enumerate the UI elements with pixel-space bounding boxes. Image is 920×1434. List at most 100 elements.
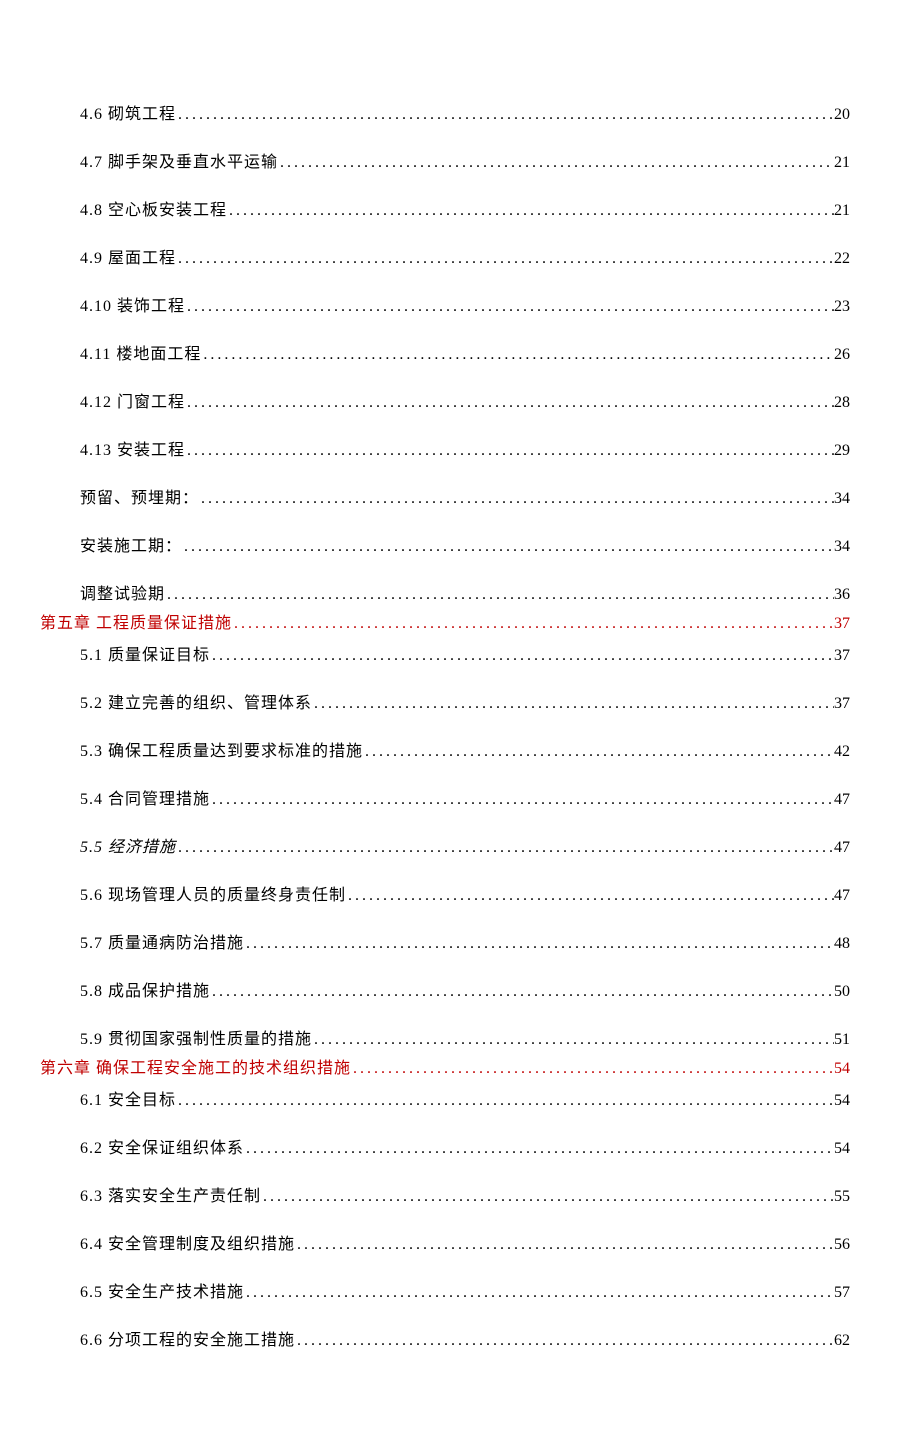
toc-page-number: 55 — [834, 1188, 850, 1206]
toc-sub-entry: 4.8 空心板安装工程.............................… — [80, 196, 850, 220]
toc-sub-entry: 4.12 门窗工程...............................… — [80, 388, 850, 412]
toc-page-number: 56 — [834, 1236, 850, 1254]
toc-sub-entry: 4.10 装饰工程...............................… — [80, 292, 850, 316]
toc-page-number: 62 — [834, 1332, 850, 1350]
toc-page: 4.6 砌筑工程................................… — [0, 0, 920, 1434]
toc-sub-entry: 5.4 合同管理措施..............................… — [80, 785, 850, 809]
toc-sub-entry: 6.1 安全目标................................… — [80, 1086, 850, 1110]
toc-sub-entry: 6.4 安全管理制度及组织措施.........................… — [80, 1230, 850, 1254]
toc-label: 6.4 安全管理制度及组织措施 — [80, 1230, 295, 1254]
toc-page-number: 54 — [834, 1060, 850, 1078]
toc-label: 调整试验期 — [80, 580, 165, 604]
toc-page-number: 20 — [834, 106, 850, 124]
toc-leader-dots: ........................................… — [295, 1236, 834, 1254]
toc-page-number: 28 — [834, 394, 850, 412]
toc-leader-dots: ........................................… — [232, 615, 834, 633]
toc-leader-dots: ........................................… — [201, 346, 834, 364]
toc-leader-dots: ........................................… — [363, 743, 834, 761]
toc-leader-dots: ........................................… — [176, 250, 834, 268]
toc-page-number: 51 — [834, 1031, 850, 1049]
toc-label: 第六章 确保工程安全施工的技术组织措施 — [40, 1054, 351, 1078]
toc-leader-dots: ........................................… — [176, 839, 834, 857]
toc-sub-entry: 5.9 贯彻国家强制性质量的措施........................… — [80, 1025, 850, 1049]
toc-leader-dots: ........................................… — [244, 935, 834, 953]
toc-label: 4.13 安装工程 — [80, 436, 185, 460]
toc-leader-dots: ........................................… — [244, 1284, 834, 1302]
toc-label: 6.3 落实安全生产责任制 — [80, 1182, 261, 1206]
toc-sub-entry: 5.2 建立完善的组织、管理体系........................… — [80, 689, 850, 713]
toc-leader-dots: ........................................… — [210, 791, 834, 809]
toc-sub-entry: 5.3 确保工程质量达到要求标准的措施.....................… — [80, 737, 850, 761]
toc-page-number: 23 — [834, 298, 850, 316]
toc-page-number: 37 — [834, 647, 850, 665]
toc-page-number: 21 — [834, 202, 850, 220]
toc-leader-dots: ........................................… — [185, 442, 834, 460]
toc-leader-dots: ........................................… — [176, 1092, 834, 1110]
toc-label: 4.7 脚手架及垂直水平运输 — [80, 148, 278, 172]
toc-leader-dots: ........................................… — [185, 394, 834, 412]
toc-label: 5.4 合同管理措施 — [80, 785, 210, 809]
toc-label: 4.12 门窗工程 — [80, 388, 185, 412]
toc-page-number: 21 — [834, 154, 850, 172]
toc-label: 4.8 空心板安装工程 — [80, 196, 227, 220]
toc-label: 6.6 分项工程的安全施工措施 — [80, 1326, 295, 1350]
toc-leader-dots: ........................................… — [185, 298, 834, 316]
toc-label: 安装施工期： — [80, 532, 182, 556]
toc-sub-entry: 4.6 砌筑工程................................… — [80, 100, 850, 124]
toc-label: 6.2 安全保证组织体系 — [80, 1134, 244, 1158]
toc-page-number: 50 — [834, 983, 850, 1001]
toc-sub-entry: 4.9 屋面工程................................… — [80, 244, 850, 268]
toc-leader-dots: ........................................… — [278, 154, 834, 172]
toc-label: 5.6 现场管理人员的质量终身责任制 — [80, 881, 346, 905]
toc-sub-entry: 5.8 成品保护措施..............................… — [80, 977, 850, 1001]
toc-page-number: 47 — [834, 887, 850, 905]
toc-page-number: 26 — [834, 346, 850, 364]
toc-sub-entry: 6.2 安全保证组织体系............................… — [80, 1134, 850, 1158]
toc-sub-entry: 安装施工期：..................................… — [80, 532, 850, 556]
toc-label: 4.9 屋面工程 — [80, 244, 176, 268]
toc-sub-entry: 6.6 分项工程的安全施工措施.........................… — [80, 1326, 850, 1350]
toc-sub-entry: 5.5 经济措施................................… — [80, 833, 850, 857]
toc-leader-dots: ........................................… — [227, 202, 834, 220]
toc-sub-entry: 6.5 安全生产技术措施............................… — [80, 1278, 850, 1302]
toc-page-number: 37 — [834, 615, 850, 633]
toc-sub-entry: 调整试验期...................................… — [80, 580, 850, 604]
toc-page-number: 54 — [834, 1140, 850, 1158]
toc-sub-entry: 5.1 质量保证目标..............................… — [80, 641, 850, 665]
toc-leader-dots: ........................................… — [182, 538, 834, 556]
toc-page-number: 34 — [834, 490, 850, 508]
toc-label: 5.1 质量保证目标 — [80, 641, 210, 665]
toc-leader-dots: ........................................… — [351, 1060, 834, 1078]
toc-page-number: 47 — [834, 791, 850, 809]
toc-label: 4.11 楼地面工程 — [80, 340, 201, 364]
toc-sub-entry: 5.7 质量通病防治措施............................… — [80, 929, 850, 953]
toc-leader-dots: ........................................… — [210, 647, 834, 665]
toc-leader-dots: ........................................… — [165, 586, 834, 604]
toc-leader-dots: ........................................… — [312, 1031, 834, 1049]
toc-leader-dots: ........................................… — [210, 983, 834, 1001]
toc-page-number: 22 — [834, 250, 850, 268]
toc-page-number: 29 — [834, 442, 850, 460]
toc-sub-entry: 预留、预埋期：.................................… — [80, 484, 850, 508]
toc-label: 5.7 质量通病防治措施 — [80, 929, 244, 953]
toc-page-number: 48 — [834, 935, 850, 953]
toc-sub-entry: 6.3 落实安全生产责任制...........................… — [80, 1182, 850, 1206]
toc-sub-entry: 5.6 现场管理人员的质量终身责任制......................… — [80, 881, 850, 905]
toc-chapter-entry: 第六章 确保工程安全施工的技术组织措施.....................… — [40, 1054, 850, 1078]
toc-leader-dots: ........................................… — [295, 1332, 834, 1350]
toc-leader-dots: ........................................… — [244, 1140, 834, 1158]
toc-page-number: 47 — [834, 839, 850, 857]
toc-sub-entry: 4.7 脚手架及垂直水平运输..........................… — [80, 148, 850, 172]
toc-leader-dots: ........................................… — [261, 1188, 834, 1206]
toc-leader-dots: ........................................… — [199, 490, 834, 508]
toc-leader-dots: ........................................… — [176, 106, 834, 124]
toc-label: 5.8 成品保护措施 — [80, 977, 210, 1001]
toc-label: 5.2 建立完善的组织、管理体系 — [80, 689, 312, 713]
toc-label: 第五章 工程质量保证措施 — [40, 609, 232, 633]
toc-leader-dots: ........................................… — [312, 695, 834, 713]
toc-label: 6.1 安全目标 — [80, 1086, 176, 1110]
toc-label: 预留、预埋期： — [80, 484, 199, 508]
toc-page-number: 54 — [834, 1092, 850, 1110]
toc-sub-entry: 4.13 安装工程...............................… — [80, 436, 850, 460]
toc-label: 4.10 装饰工程 — [80, 292, 185, 316]
